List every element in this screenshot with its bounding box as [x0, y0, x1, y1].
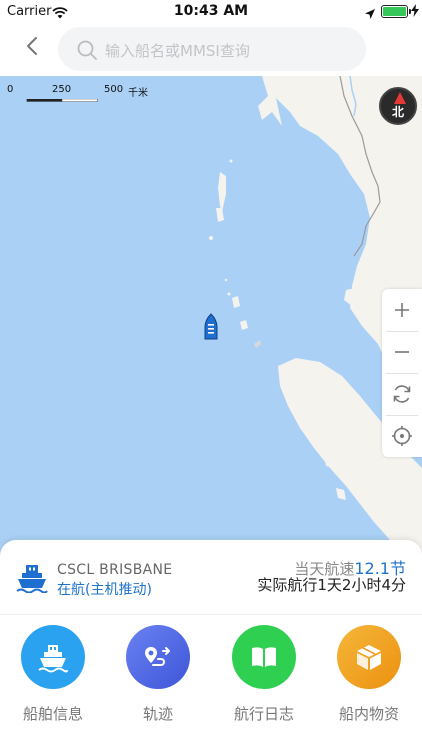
compass-button[interactable]: 北: [379, 87, 417, 125]
vessel-marker[interactable]: [204, 313, 218, 345]
scale-label-250: 250: [52, 84, 72, 95]
track-icon: [126, 625, 190, 689]
track-label: 轨迹: [142, 705, 173, 723]
logbook-button[interactable]: 航行日志: [231, 625, 297, 724]
crosshair-icon: [392, 426, 412, 446]
scale-label-0: 0: [7, 84, 14, 95]
vessel-name: CSCL BRISBANE: [57, 562, 173, 578]
panel-divider: [0, 614, 422, 615]
chevron-left-icon: [27, 37, 37, 55]
back-button[interactable]: [18, 32, 48, 62]
map-controls: [382, 289, 422, 457]
location-arrow-icon: [364, 5, 376, 24]
ship-info-label: 船舶信息: [22, 705, 83, 723]
supplies-button[interactable]: 船内物资: [336, 625, 402, 724]
scale-unit: 千米: [128, 88, 148, 99]
supplies-label: 船内物资: [338, 705, 399, 723]
clock: 10:43 AM: [173, 3, 249, 19]
scale-label-500: 500: [104, 84, 124, 95]
locate-button[interactable]: [382, 415, 422, 457]
supplies-icon: [337, 625, 401, 689]
zoom-in-button[interactable]: [382, 289, 422, 331]
map-scale: 0 250 500 千米: [7, 84, 157, 110]
minus-icon: [395, 351, 409, 353]
nav-bar: 输入船名或MMSI查询: [0, 24, 422, 76]
search-placeholder: 输入船名或MMSI查询: [105, 42, 250, 60]
battery-icon: [381, 5, 408, 18]
search-icon: [77, 40, 97, 60]
ship-marker-icon: [204, 313, 218, 340]
vessel-info-panel: CSCL BRISBANE 在航(主机推动) 当天航速12.1节 实际航行1天2…: [0, 540, 422, 750]
scale-bar: [26, 99, 98, 102]
ship-info-button[interactable]: 船舶信息: [20, 625, 86, 724]
voyage-duration: 实际航行1天2小时4分: [257, 576, 406, 594]
refresh-icon: [393, 385, 411, 403]
plus-icon: [395, 303, 409, 317]
logbook-icon: [232, 625, 296, 689]
compass-north-label: 北: [391, 105, 404, 119]
vessel-type-icon: [16, 563, 48, 597]
map-view[interactable]: 0 250 500 千米 北: [0, 76, 422, 556]
charging-icon: [411, 4, 419, 20]
search-input[interactable]: 输入船名或MMSI查询: [58, 27, 366, 71]
status-bar: Carrier 10:43 AM: [0, 0, 422, 24]
zoom-out-button[interactable]: [382, 331, 422, 373]
vessel-status: 在航(主机推动): [57, 582, 152, 598]
ship-info-icon: [21, 625, 85, 689]
logbook-label: 航行日志: [233, 705, 294, 723]
rotate-button[interactable]: [382, 373, 422, 415]
track-button[interactable]: 轨迹: [125, 625, 191, 724]
